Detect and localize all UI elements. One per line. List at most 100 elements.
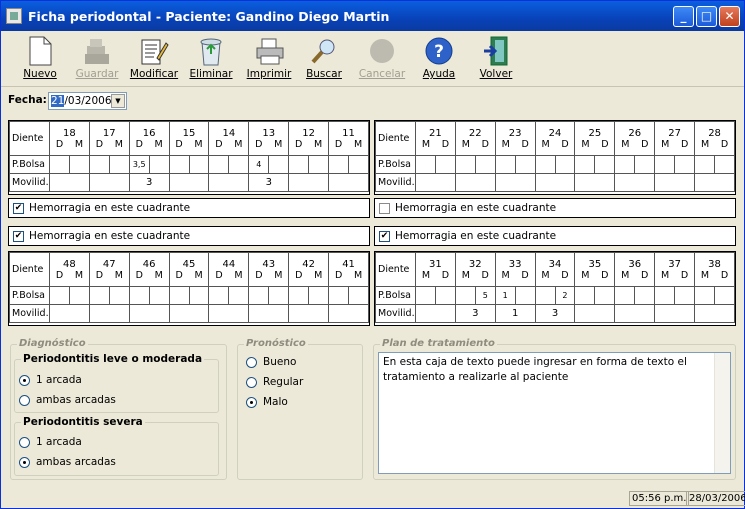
severa-option-1[interactable]: 1 arcada (19, 436, 82, 448)
pronostico-option-bueno[interactable]: Bueno (246, 356, 296, 368)
pbolsa-cell[interactable] (148, 286, 170, 305)
minimize-button[interactable]: _ (673, 6, 694, 27)
pbolsa-cell[interactable] (48, 155, 70, 174)
radio-button[interactable] (19, 436, 30, 448)
movilid-cell[interactable] (414, 173, 456, 192)
movilid-cell[interactable] (574, 173, 616, 192)
chevron-down-icon[interactable]: ▼ (111, 94, 125, 108)
movilid-cell[interactable] (328, 173, 369, 192)
pbolsa-cell[interactable] (288, 155, 310, 174)
pbolsa-cell[interactable] (268, 155, 290, 174)
pbolsa-cell[interactable] (88, 155, 110, 174)
pbolsa-cell[interactable] (634, 286, 656, 305)
pbolsa-cell[interactable] (188, 286, 210, 305)
movilid-cell[interactable]: 3 (248, 173, 290, 192)
pbolsa-cell[interactable] (168, 155, 190, 174)
pbolsa-cell[interactable] (674, 286, 696, 305)
pbolsa-cell[interactable] (308, 155, 330, 174)
pbolsa-cell[interactable] (68, 155, 90, 174)
radio-button[interactable] (19, 394, 30, 406)
movilid-cell[interactable] (288, 173, 330, 192)
pbolsa-cell[interactable] (288, 286, 310, 305)
pbolsa-cell[interactable] (514, 155, 536, 174)
pbolsa-cell[interactable] (108, 155, 130, 174)
pronostico-option-malo[interactable]: Malo (246, 396, 288, 408)
pbolsa-cell[interactable] (594, 155, 616, 174)
toolbar-button-cancelar[interactable]: Cancelar (357, 35, 407, 80)
pbolsa-cell[interactable] (88, 286, 110, 305)
hemorragia-checkbox-q1[interactable]: ✔ Hemorragia en este cuadrante (8, 198, 370, 218)
movilid-cell[interactable] (128, 304, 170, 323)
movilid-cell[interactable] (168, 173, 210, 192)
movilid-cell[interactable] (454, 173, 496, 192)
pbolsa-cell[interactable]: 3,5 (128, 155, 150, 174)
movilid-cell[interactable]: 3 (534, 304, 576, 323)
pbolsa-cell[interactable] (574, 286, 596, 305)
toolbar-button-nuevo[interactable]: Nuevo (15, 35, 65, 80)
radio-button[interactable] (246, 356, 257, 368)
pbolsa-cell[interactable] (434, 286, 456, 305)
movilid-cell[interactable] (248, 304, 290, 323)
toolbar-button-eliminar[interactable]: Eliminar (186, 35, 236, 80)
pbolsa-cell[interactable] (714, 155, 735, 174)
movilid-cell[interactable] (208, 304, 250, 323)
pbolsa-cell[interactable] (208, 286, 230, 305)
plan-scrollbar[interactable] (714, 353, 730, 473)
checkbox-box[interactable]: ✔ (379, 230, 390, 242)
movilid-cell[interactable]: 1 (494, 304, 536, 323)
movilid-cell[interactable] (168, 304, 210, 323)
pbolsa-cell[interactable] (328, 286, 350, 305)
radio-button[interactable] (19, 374, 30, 386)
movilid-cell[interactable] (574, 304, 616, 323)
movilid-cell[interactable] (654, 173, 696, 192)
pbolsa-cell[interactable]: 2 (554, 286, 576, 305)
pbolsa-cell[interactable] (694, 155, 716, 174)
hemorragia-checkbox-q4[interactable]: ✔ Hemorragia en este cuadrante (8, 226, 370, 246)
pbolsa-cell[interactable] (188, 155, 210, 174)
movilid-cell[interactable] (88, 173, 130, 192)
pbolsa-cell[interactable] (454, 155, 476, 174)
movilid-cell[interactable]: 3 (454, 304, 496, 323)
movilid-cell[interactable] (654, 304, 696, 323)
movilid-cell[interactable] (614, 304, 656, 323)
pbolsa-cell[interactable] (128, 286, 150, 305)
hemorragia-checkbox-q3[interactable]: ✔ Hemorragia en este cuadrante (374, 226, 736, 246)
pbolsa-cell[interactable] (454, 286, 476, 305)
pronostico-option-regular[interactable]: Regular (246, 376, 303, 388)
pbolsa-cell[interactable] (68, 286, 90, 305)
pbolsa-cell[interactable] (594, 286, 616, 305)
toolbar-button-buscar[interactable]: Buscar (299, 35, 349, 80)
pbolsa-cell[interactable] (614, 286, 636, 305)
pbolsa-cell[interactable] (654, 155, 676, 174)
close-button[interactable]: ✕ (719, 6, 740, 27)
toolbar-button-ayuda[interactable]: ? Ayuda (414, 35, 464, 80)
pbolsa-cell[interactable] (268, 286, 290, 305)
toolbar-button-imprimir[interactable]: Imprimir (244, 35, 294, 80)
pbolsa-cell[interactable] (614, 155, 636, 174)
pbolsa-cell[interactable] (348, 155, 369, 174)
pbolsa-cell[interactable] (228, 155, 250, 174)
pbolsa-cell[interactable] (714, 286, 735, 305)
plan-textarea[interactable]: En esta caja de texto puede ingresar en … (378, 352, 731, 474)
movilid-cell[interactable] (494, 173, 536, 192)
pbolsa-cell[interactable] (434, 155, 456, 174)
pbolsa-cell[interactable] (474, 155, 496, 174)
leve-option-2[interactable]: ambas arcadas (19, 394, 116, 406)
pbolsa-cell[interactable] (574, 155, 596, 174)
pbolsa-cell[interactable] (494, 155, 516, 174)
pbolsa-cell[interactable] (634, 155, 656, 174)
pbolsa-cell[interactable] (168, 286, 190, 305)
movilid-cell[interactable]: 3 (128, 173, 170, 192)
toolbar-button-modificar[interactable]: Modificar (129, 35, 179, 80)
movilid-cell[interactable] (694, 173, 735, 192)
checkbox-box[interactable]: ✔ (13, 202, 24, 214)
pbolsa-cell[interactable] (554, 155, 576, 174)
pbolsa-cell[interactable] (248, 286, 270, 305)
radio-button[interactable] (19, 456, 30, 468)
pbolsa-cell[interactable] (328, 155, 350, 174)
toolbar-button-volver[interactable]: Volver (471, 35, 521, 80)
pbolsa-cell[interactable] (48, 286, 70, 305)
hemorragia-checkbox-q2[interactable]: Hemorragia en este cuadrante (374, 198, 736, 218)
pbolsa-cell[interactable]: 5 (474, 286, 496, 305)
pbolsa-cell[interactable]: 4 (248, 155, 270, 174)
